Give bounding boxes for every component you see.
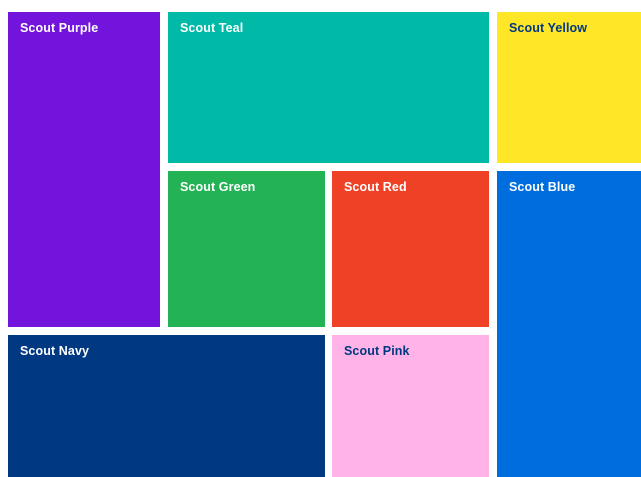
swatch-label: Scout Navy	[20, 344, 90, 358]
swatch-scout-pink: Scout Pink	[332, 335, 489, 477]
swatch-label: Scout Yellow	[509, 21, 588, 35]
swatch-label: Scout Blue	[509, 180, 576, 194]
swatch-label: Scout Green	[180, 180, 256, 194]
swatch-scout-green: Scout Green	[168, 171, 325, 327]
swatch-label: Scout Teal	[180, 21, 244, 35]
swatch-label: Scout Red	[344, 180, 407, 194]
swatch-scout-yellow: Scout Yellow	[497, 12, 641, 163]
swatch-scout-navy: Scout Navy	[8, 335, 325, 477]
swatch-scout-teal: Scout Teal	[168, 12, 489, 163]
swatch-label: Scout Pink	[344, 344, 410, 358]
swatch-scout-blue: Scout Blue	[497, 171, 641, 477]
swatch-label: Scout Purple	[20, 21, 99, 35]
color-palette-grid: Scout Purple Scout Teal Scout Yellow Sco…	[0, 0, 641, 477]
swatch-scout-purple: Scout Purple	[8, 12, 160, 327]
swatch-scout-red: Scout Red	[332, 171, 489, 327]
